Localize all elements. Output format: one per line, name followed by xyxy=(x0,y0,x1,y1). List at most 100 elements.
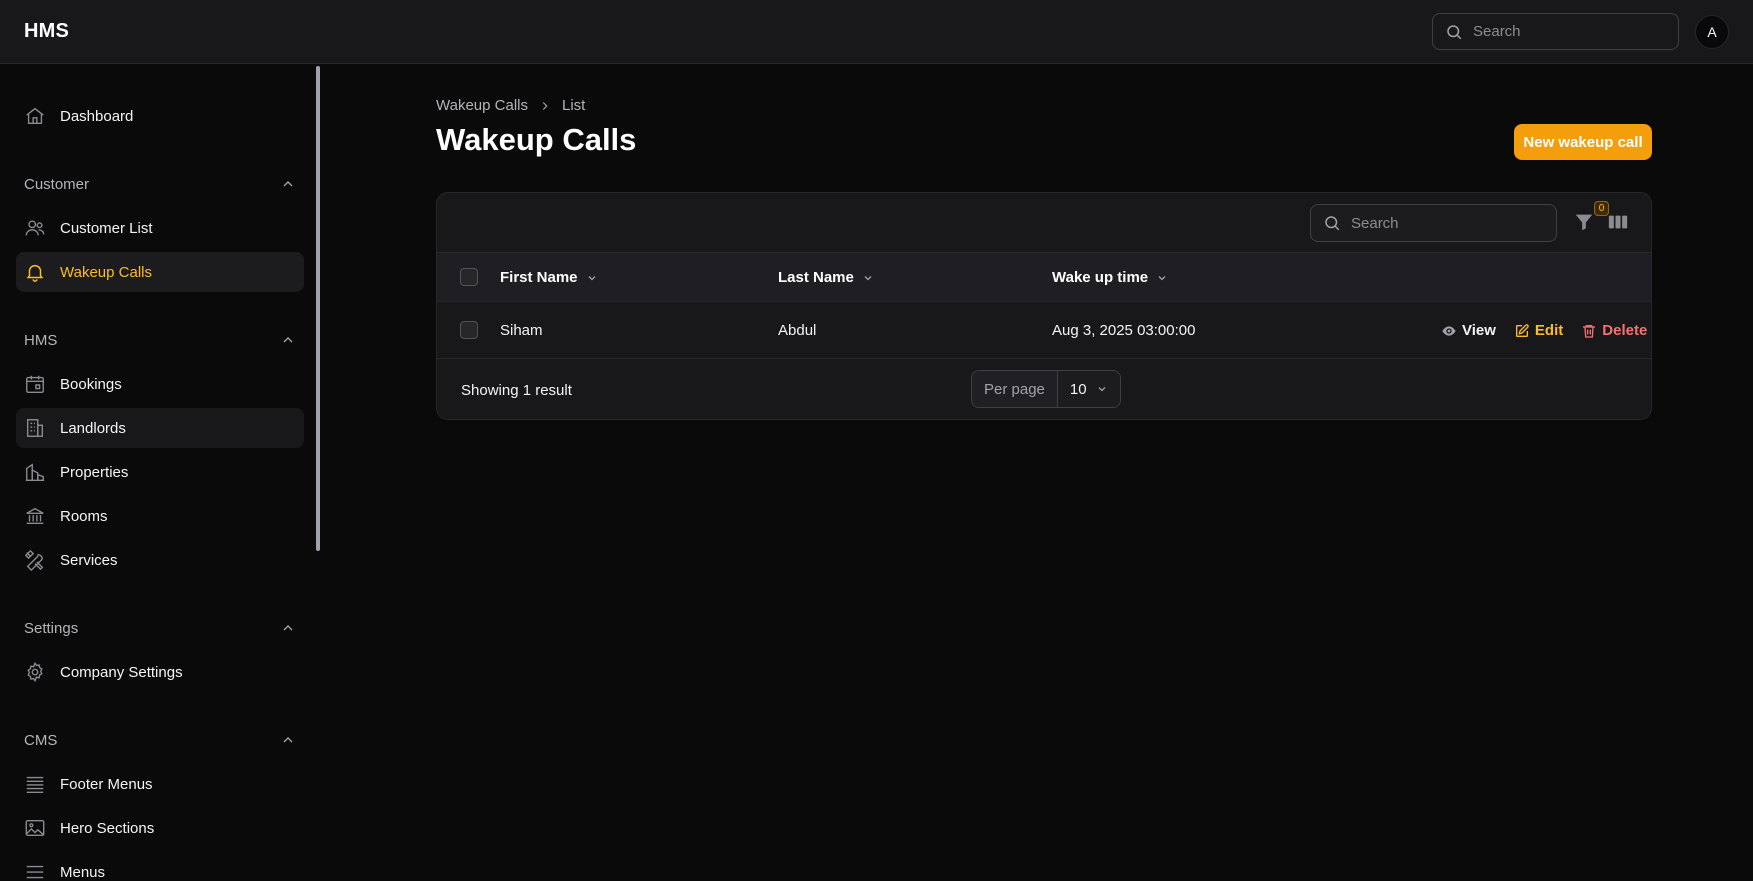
breadcrumb: Wakeup Calls List xyxy=(436,97,585,114)
bell-icon xyxy=(24,261,46,283)
topbar-right: A xyxy=(1432,13,1729,50)
sidebar-group-hms[interactable]: HMS xyxy=(24,330,296,350)
photo-icon xyxy=(24,817,46,839)
pencil-square-icon xyxy=(1514,323,1530,339)
column-label: First Name xyxy=(500,269,578,286)
sidebar-item-label: Footer Menus xyxy=(60,775,153,793)
topbar: HMS A xyxy=(0,0,1753,64)
sidebar-item-services[interactable]: Services xyxy=(16,540,304,580)
sidebar-item-bookings[interactable]: Bookings xyxy=(16,364,304,404)
sidebar-item-menus[interactable]: Menus xyxy=(16,852,304,881)
group-label: Customer xyxy=(24,175,90,193)
sidebar-scrollbar[interactable] xyxy=(316,66,320,551)
chevron-down-icon xyxy=(1096,383,1108,395)
sidebar-item-customer-list[interactable]: Customer List xyxy=(16,208,304,248)
cell-wake-up-time: Aug 3, 2025 03:00:00 xyxy=(1052,322,1196,339)
chevron-down-icon xyxy=(586,272,598,284)
brand-logo[interactable]: HMS xyxy=(24,20,69,43)
sidebar-group-settings[interactable]: Settings xyxy=(24,618,296,638)
sidebar-item-landlords[interactable]: Landlords xyxy=(16,408,304,448)
view-action[interactable]: View xyxy=(1441,322,1496,339)
per-page-select[interactable]: Per page 10 xyxy=(971,370,1121,408)
action-label: View xyxy=(1462,322,1496,339)
column-header-last-name[interactable]: Last Name xyxy=(778,253,874,302)
chevron-up-icon[interactable] xyxy=(280,176,296,192)
cell-first-name: Siham xyxy=(500,322,543,339)
sidebar-item-company-settings[interactable]: Company Settings xyxy=(16,652,304,692)
search-icon xyxy=(1445,23,1463,41)
bars-icon xyxy=(24,861,46,881)
sidebar-group-cms[interactable]: CMS xyxy=(24,730,296,750)
page-title: Wakeup Calls xyxy=(436,122,637,157)
per-page-value: 10 xyxy=(1069,380,1087,398)
global-search[interactable] xyxy=(1432,13,1679,50)
sidebar-item-label: Services xyxy=(60,551,118,569)
global-search-input[interactable] xyxy=(1473,23,1666,40)
sidebar-item-wakeup-calls[interactable]: Wakeup Calls xyxy=(16,252,304,292)
new-wakeup-call-button[interactable]: New wakeup call xyxy=(1514,124,1652,160)
table-toolbar: 0 xyxy=(437,193,1651,253)
sidebar-item-label: Menus xyxy=(60,863,106,881)
action-label: Edit xyxy=(1534,322,1564,339)
tools-icon xyxy=(24,549,46,571)
sidebar-item-label: Company Settings xyxy=(60,663,183,681)
chevron-right-icon xyxy=(538,99,552,113)
action-label: Delete xyxy=(1602,322,1648,339)
building-icon xyxy=(24,461,46,483)
column-header-wake-up-time[interactable]: Wake up time xyxy=(1052,253,1168,302)
edit-action[interactable]: Edit xyxy=(1514,322,1563,339)
column-label: Last Name xyxy=(778,269,854,286)
sidebar-item-label: Wakeup Calls xyxy=(60,263,152,281)
sidebar-item-properties[interactable]: Properties xyxy=(16,452,304,492)
table-card: 0 First Name Last Name Wake up time Si xyxy=(436,192,1652,420)
sidebar-item-label: Landlords xyxy=(60,419,126,437)
table-search-input[interactable] xyxy=(1351,214,1544,232)
sidebar-item-label: Bookings xyxy=(60,375,122,393)
results-summary: Showing 1 result xyxy=(461,381,572,399)
row-checkbox[interactable] xyxy=(460,321,478,339)
calendar-icon xyxy=(24,373,46,395)
columns-icon[interactable] xyxy=(1607,211,1631,235)
queue-list-icon xyxy=(24,773,46,795)
breadcrumb-parent-link[interactable]: Wakeup Calls xyxy=(436,97,528,114)
eye-icon xyxy=(1441,323,1457,339)
sidebar-group-customer[interactable]: Customer xyxy=(24,174,296,194)
sidebar-item-footer-menus[interactable]: Footer Menus xyxy=(16,764,304,804)
select-all-checkbox[interactable] xyxy=(460,268,478,286)
sidebar-item-hero-sections[interactable]: Hero Sections xyxy=(16,808,304,848)
trash-icon xyxy=(1581,323,1597,339)
chevron-up-icon[interactable] xyxy=(280,620,296,636)
cell-last-name: Abdul xyxy=(778,322,817,339)
chevron-up-icon[interactable] xyxy=(280,732,296,748)
sidebar-item-label: Rooms xyxy=(60,507,108,525)
sidebar-item-label: Hero Sections xyxy=(60,819,155,837)
sidebar: Dashboard Customer Customer List Wakeup … xyxy=(0,65,320,881)
table-row[interactable]: Siham Abdul Aug 3, 2025 03:00:00 View Ed… xyxy=(437,302,1651,359)
chevron-up-icon[interactable] xyxy=(280,332,296,348)
row-actions: View Edit Delete xyxy=(1441,302,1647,359)
chevron-down-icon xyxy=(1156,272,1168,284)
group-label: HMS xyxy=(24,331,58,349)
per-page-dropdown[interactable]: 10 xyxy=(1057,371,1120,407)
sidebar-item-label: Customer List xyxy=(60,219,153,237)
home-icon xyxy=(24,105,46,127)
table-header: First Name Last Name Wake up time xyxy=(437,253,1651,302)
sidebar-item-rooms[interactable]: Rooms xyxy=(16,496,304,536)
group-label: CMS xyxy=(24,731,58,749)
sidebar-item-dashboard[interactable]: Dashboard xyxy=(16,96,304,136)
filter-icon[interactable] xyxy=(1573,211,1597,235)
gear-icon xyxy=(24,661,46,683)
delete-action[interactable]: Delete xyxy=(1581,322,1647,339)
table-footer: Showing 1 result Per page 10 xyxy=(437,359,1651,419)
group-label: Settings xyxy=(24,619,79,637)
column-header-first-name[interactable]: First Name xyxy=(500,253,598,302)
sidebar-item-label: Dashboard xyxy=(60,107,134,125)
sidebar-item-label: Properties xyxy=(60,463,129,481)
table-search[interactable] xyxy=(1310,204,1557,242)
breadcrumb-current: List xyxy=(561,97,586,114)
per-page-label: Per page xyxy=(972,371,1058,407)
user-avatar[interactable]: A xyxy=(1695,14,1729,49)
chevron-down-icon xyxy=(862,272,874,284)
users-icon xyxy=(24,217,46,239)
column-label: Wake up time xyxy=(1052,269,1149,286)
